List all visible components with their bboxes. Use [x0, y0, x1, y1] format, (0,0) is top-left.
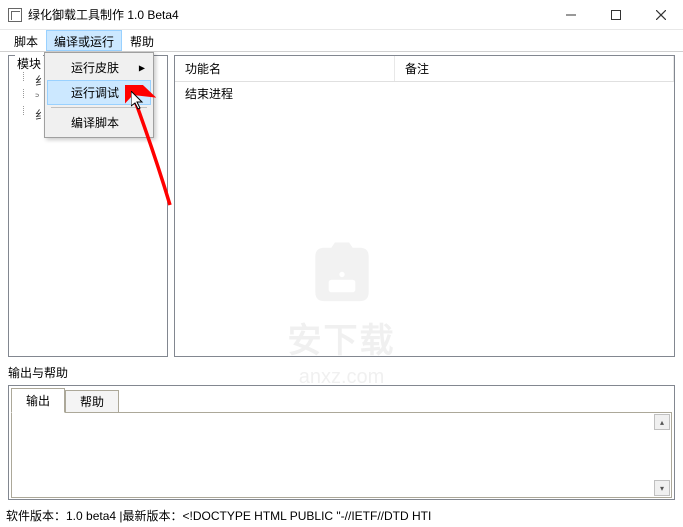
list-body: 结束进程 — [175, 82, 674, 356]
list-header: 功能名 备注 — [175, 56, 674, 82]
window-controls — [548, 0, 683, 29]
submenu-arrow-icon: ▶ — [139, 63, 145, 72]
tree-label: 模块 — [15, 55, 43, 72]
close-button[interactable] — [638, 0, 683, 29]
tab-output[interactable]: 输出 — [11, 388, 65, 413]
dd-compile-script[interactable]: 编译脚本 — [47, 110, 151, 135]
menubar: 脚本 编译或运行 帮助 — [0, 30, 683, 52]
scroll-up-button[interactable]: ▴ — [654, 414, 670, 430]
dropdown-menu: 运行皮肤 ▶ 运行调试 编译脚本 — [44, 52, 154, 138]
tab-help[interactable]: 帮助 — [65, 390, 119, 413]
output-label: 输出与帮助 — [8, 362, 675, 383]
dd-label: 运行皮肤 — [71, 61, 119, 75]
dd-label: 编译脚本 — [71, 116, 119, 130]
dd-run-skin[interactable]: 运行皮肤 ▶ — [47, 55, 151, 80]
col-note[interactable]: 备注 — [395, 56, 674, 81]
dropdown-separator — [51, 107, 147, 108]
window-title: 绿化御载工具制作 1.0 Beta4 — [28, 6, 179, 23]
scroll-down-button[interactable]: ▾ — [654, 480, 670, 496]
output-tabs: 输出 帮助 — [9, 386, 674, 413]
menu-help[interactable]: 帮助 — [122, 30, 162, 51]
dd-label: 运行调试 — [71, 86, 119, 100]
output-content: ▴ ▾ — [11, 412, 672, 498]
menu-compile-run[interactable]: 编译或运行 — [46, 30, 122, 51]
maximize-button[interactable] — [593, 0, 638, 29]
cell-function-name: 结束进程 — [185, 87, 233, 101]
output-box: 输出 帮助 ▴ ▾ — [8, 385, 675, 500]
app-icon — [8, 8, 22, 22]
titlebar: 绿化御载工具制作 1.0 Beta4 — [0, 0, 683, 30]
list-panel: 功能名 备注 结束进程 — [174, 55, 675, 357]
output-section: 输出与帮助 输出 帮助 ▴ ▾ — [0, 360, 683, 504]
minimize-button[interactable] — [548, 0, 593, 29]
list-row[interactable]: 结束进程 — [175, 82, 674, 105]
menu-script[interactable]: 脚本 — [6, 30, 46, 51]
dd-run-debug[interactable]: 运行调试 — [47, 80, 151, 105]
col-function-name[interactable]: 功能名 — [175, 56, 395, 81]
